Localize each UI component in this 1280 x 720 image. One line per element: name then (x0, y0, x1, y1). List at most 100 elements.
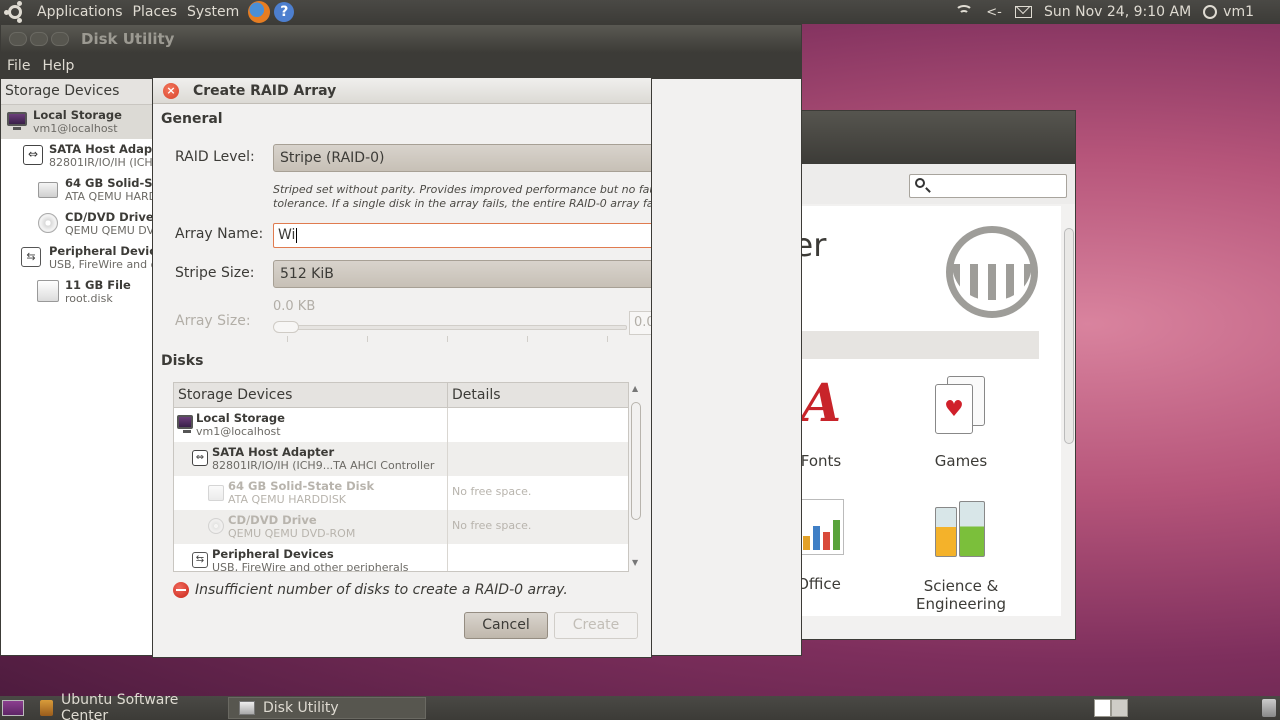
array-size-spinbox[interactable]: 0.0 (629, 311, 651, 335)
array-name-input[interactable]: Wi (273, 223, 651, 248)
tree-item-name: Local Storage (33, 108, 122, 122)
array-size-slider[interactable] (277, 325, 627, 330)
file-disk-icon (37, 280, 59, 302)
error-message-row: Insufficient number of disks to create a… (173, 582, 568, 598)
array-name-label: Array Name: (175, 226, 264, 242)
places-menu[interactable]: Places (128, 4, 183, 20)
general-section-title: General (161, 111, 223, 127)
close-icon[interactable]: × (163, 82, 179, 99)
maximize-window-button[interactable] (51, 32, 69, 46)
row-sub: USB, FireWire and other peripherals (212, 561, 409, 572)
software-center-scrollbar[interactable] (1063, 206, 1075, 616)
disks-table-scrollbar[interactable]: ▲ ▼ (629, 382, 643, 572)
file-menu[interactable]: File (1, 58, 36, 74)
scrollbar-thumb[interactable] (631, 402, 641, 520)
row-name: Local Storage (196, 411, 285, 425)
slider-handle[interactable] (273, 321, 299, 333)
table-row[interactable]: ⇔ SATA Host Adapter 82801IR/IO/IH (ICH9.… (174, 442, 628, 476)
panel-menus: Applications Places System ? (0, 1, 295, 23)
close-window-button[interactable] (9, 32, 27, 46)
raid-description-line: Striped set without parity. Provides imp… (273, 183, 652, 196)
workspace-1[interactable] (1094, 699, 1111, 717)
tree-item-local-storage[interactable]: Local Storage vm1@localhost (1, 105, 152, 139)
adapter-icon: ⇔ (23, 145, 43, 165)
volume-icon[interactable]: <- (985, 4, 1003, 20)
adapter-icon: ⇔ (192, 450, 208, 466)
stripe-size-select[interactable]: 512 KiB (273, 260, 651, 288)
row-name: CD/DVD Drive (228, 513, 317, 527)
category-science-engineering[interactable]: Science & Engineering (901, 499, 1021, 613)
taskbar-item-label: Ubuntu Software Center (61, 692, 179, 720)
row-details: No free space. (452, 485, 532, 498)
row-sub: QEMU QEMU DVD-ROM (228, 527, 356, 540)
column-header-details[interactable]: Details (448, 383, 505, 407)
dialog-title: Create RAID Array (193, 82, 337, 99)
table-row[interactable]: ⇆ Peripheral Devices USB, FireWire and o… (174, 544, 628, 572)
software-center-window: ter A Fonts ♥ Games Office Science & Eng… (780, 110, 1076, 640)
window-title: Disk Utility (81, 30, 175, 48)
user-menu[interactable]: vm1 (1203, 4, 1254, 20)
ubuntu-logo-icon[interactable] (4, 1, 26, 23)
clock[interactable]: Sun Nov 24, 9:10 AM (1044, 4, 1191, 20)
taskbar-item-software-center[interactable]: Ubuntu Software Center (30, 692, 228, 720)
search-input[interactable] (909, 174, 1067, 198)
table-row[interactable]: Local Storage vm1@localhost (174, 408, 628, 442)
table-header: Storage Devices Details (174, 383, 628, 408)
error-icon (173, 582, 189, 598)
bottom-panel: Ubuntu Software Center Disk Utility (0, 692, 1280, 720)
column-header-storage-devices[interactable]: Storage Devices (174, 383, 448, 407)
software-center-titlebar[interactable] (781, 111, 1075, 164)
raid-level-select[interactable]: Stripe (RAID-0) (273, 144, 651, 172)
dialog-titlebar[interactable]: × Create RAID Array (153, 78, 651, 104)
help-launcher-icon[interactable]: ? (274, 2, 295, 22)
tree-item-cd-dvd-drive[interactable]: CD/DVD Drive QEMU QEMU DVD-ROM (1, 207, 152, 241)
session-icon (1203, 5, 1218, 19)
trash-icon[interactable] (1262, 699, 1276, 717)
firefox-launcher-icon[interactable] (248, 1, 271, 23)
help-menu[interactable]: Help (36, 58, 80, 74)
scroll-up-icon[interactable]: ▲ (632, 384, 638, 393)
table-row: CD/DVD Drive QEMU QEMU DVD-ROM No free s… (174, 510, 628, 544)
cancel-button[interactable]: Cancel (464, 612, 548, 639)
slider-ticks (287, 336, 627, 342)
create-raid-dialog: × Create RAID Array General RAID Level: … (152, 77, 652, 658)
workspace-2[interactable] (1111, 699, 1128, 717)
row-sub: ATA QEMU HARDDISK (228, 493, 347, 506)
sidebar-header[interactable]: Storage Devices (1, 79, 152, 105)
taskbar-item-label: Disk Utility (263, 700, 339, 716)
tree-item-peripheral-devices[interactable]: ⇆ Peripheral Devices USB, FireWire and o… (1, 241, 152, 275)
scrollbar-thumb[interactable] (1064, 228, 1074, 444)
raid-description-line: tolerance. If a single disk in the array… (273, 197, 652, 210)
tree-item-sub: root.disk (65, 292, 113, 305)
disk-utility-titlebar[interactable]: Disk Utility (1, 25, 801, 53)
applications-menu[interactable]: Applications (32, 4, 128, 20)
system-menu[interactable]: System (182, 4, 244, 20)
create-button[interactable]: Create (554, 612, 638, 639)
tree-item-solid-state-disk[interactable]: 64 GB Solid-State Disk ATA QEMU HARDDISK (1, 173, 152, 207)
category-label: Games (934, 452, 988, 470)
array-size-label: Array Size: (175, 313, 251, 329)
taskbar-item-disk-utility[interactable]: Disk Utility (228, 697, 426, 719)
fonts-icon: A (800, 373, 842, 434)
usb-icon: ⇆ (192, 552, 208, 568)
row-name: Peripheral Devices (212, 547, 334, 561)
tree-item-name: 64 GB Solid-State Disk (65, 176, 152, 190)
top-panel: Applications Places System ? <- Sun Nov … (0, 0, 1280, 24)
minimize-window-button[interactable] (30, 32, 48, 46)
category-games[interactable]: ♥ Games (901, 376, 1021, 470)
monitor-icon (177, 415, 193, 433)
disk-utility-icon (239, 701, 255, 715)
scroll-down-icon[interactable]: ▼ (632, 558, 638, 567)
stripe-size-label: Stripe Size: (175, 265, 255, 281)
show-desktop-icon[interactable] (2, 700, 24, 716)
network-icon[interactable] (955, 5, 974, 19)
tree-item-sata-host-adapter[interactable]: ⇔ SATA Host Adapter 82801IR/IO/IH (ICH9.… (1, 139, 152, 173)
row-details: No free space. (452, 519, 532, 532)
mail-icon[interactable] (1015, 6, 1033, 18)
category-header-band (781, 331, 1039, 359)
tree-item-11gb-file[interactable]: 11 GB File root.disk (1, 275, 152, 309)
software-center-icon (40, 700, 53, 716)
text-caret (296, 227, 298, 243)
workspace-switcher[interactable] (1094, 699, 1128, 717)
usb-icon: ⇆ (21, 247, 41, 267)
